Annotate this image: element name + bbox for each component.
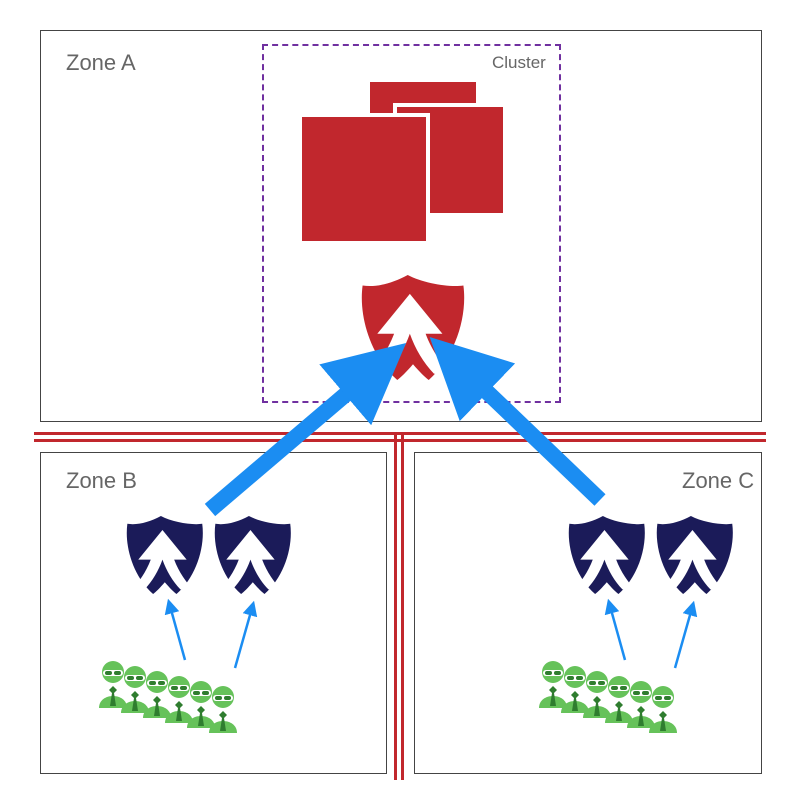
separator-vertical xyxy=(394,432,404,780)
zone-a-label: Zone A xyxy=(66,50,136,76)
zone-b-label: Zone B xyxy=(66,468,137,494)
zone-c xyxy=(414,452,762,774)
zone-c-label: Zone C xyxy=(682,468,754,494)
zone-b xyxy=(40,452,387,774)
cluster-label: Cluster xyxy=(492,53,546,73)
cluster-box xyxy=(262,44,561,403)
